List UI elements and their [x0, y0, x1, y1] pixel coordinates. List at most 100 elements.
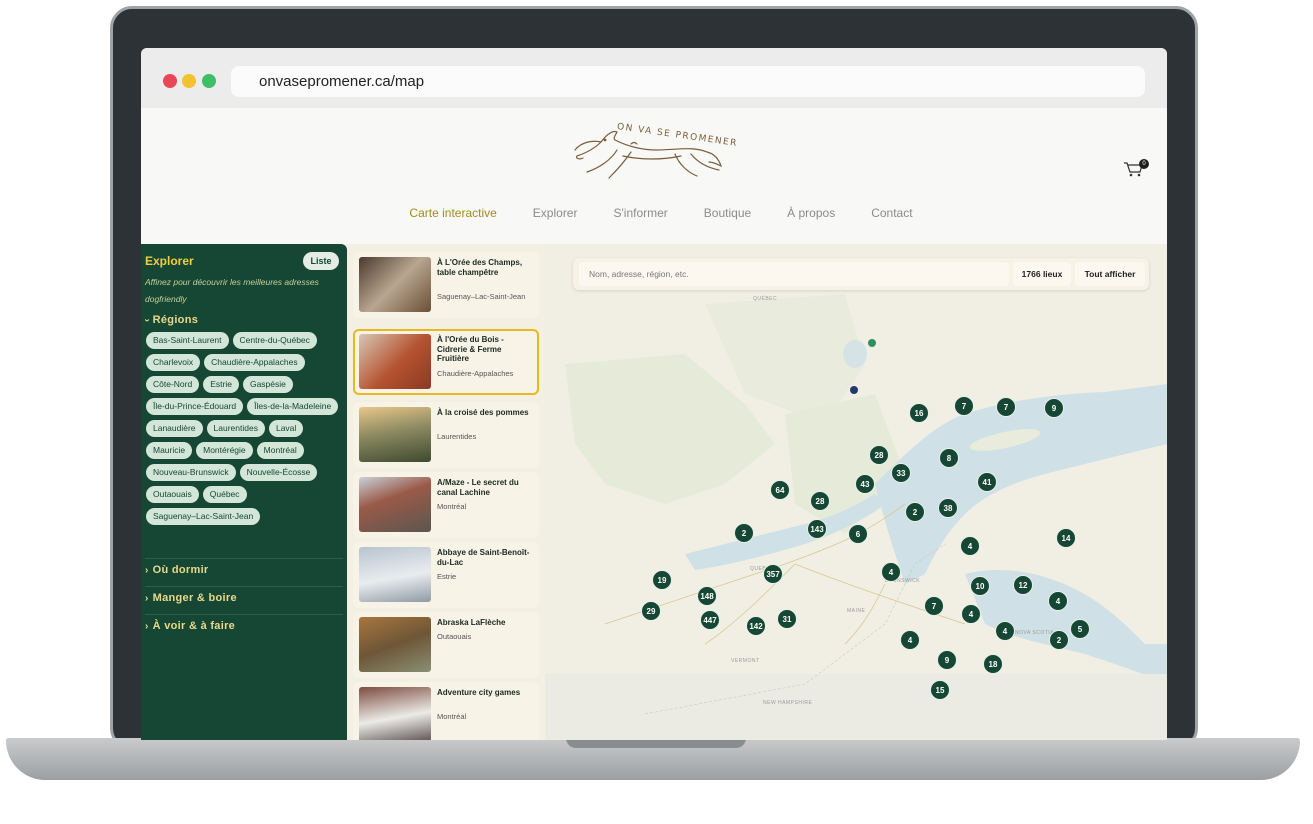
place-card[interactable]: A/Maze - Le secret du canal Lachine Mont… [353, 472, 539, 538]
map-cluster[interactable]: 10 [970, 576, 990, 596]
region-tag[interactable]: Nouvelle-Écosse [239, 464, 318, 481]
map-cluster[interactable]: 19 [652, 570, 672, 590]
region-tag[interactable]: Mauricie [146, 442, 193, 459]
regions-section-header[interactable]: ›Régions [141, 314, 198, 326]
place-card[interactable]: Abbaye de Saint-Benoît-du-Lac Estrie [353, 542, 539, 608]
ou-dormir-section[interactable]: › Où dormir [145, 564, 209, 576]
nav-carte-interactive[interactable]: Carte interactive [409, 206, 496, 220]
region-tag[interactable]: Gaspésie [242, 376, 293, 393]
map-cluster[interactable]: 12 [1013, 575, 1033, 595]
region-tag[interactable]: Chaudière-Appalaches [204, 354, 305, 371]
map-cluster[interactable]: 4 [1048, 591, 1068, 611]
close-window-dot[interactable] [163, 74, 177, 88]
map-cluster[interactable]: 41 [977, 472, 997, 492]
region-tag[interactable]: Lanaudière [146, 420, 203, 437]
region-tag[interactable]: Québec [202, 486, 247, 503]
region-tag[interactable]: Estrie [203, 376, 239, 393]
region-tag[interactable]: Montréal [256, 442, 304, 459]
chevron-right-icon: › [145, 593, 149, 604]
map-cluster[interactable]: 9 [937, 650, 957, 670]
maximize-window-dot[interactable] [202, 74, 216, 88]
map-cluster[interactable]: 28 [869, 445, 889, 465]
map-cluster[interactable]: 143 [807, 519, 827, 539]
place-name: À l'Orée du Bois - Cidrerie & Ferme Frui… [437, 335, 504, 363]
nav-boutique[interactable]: Boutique [704, 206, 751, 220]
map-cluster[interactable]: 64 [770, 480, 790, 500]
map-cluster[interactable]: 357 [763, 564, 783, 584]
place-photo [359, 687, 431, 740]
place-card[interactable]: Abraska LaFlèche Outaouais [353, 612, 539, 678]
map-cluster[interactable]: 447 [700, 610, 720, 630]
region-tag[interactable]: Nouveau-Brunswick [146, 464, 236, 481]
map-cluster[interactable]: 7 [996, 397, 1016, 417]
map-cluster[interactable]: 29 [641, 601, 661, 621]
nav-a-propos[interactable]: À propos [787, 206, 835, 220]
map-pin-icon[interactable] [868, 339, 876, 347]
place-card[interactable]: Adventure city games Montréal [353, 682, 539, 740]
map-cluster[interactable]: 142 [746, 616, 766, 636]
map-cluster[interactable]: 6 [848, 524, 868, 544]
region-tag[interactable]: Laurentides [206, 420, 265, 437]
map-cluster[interactable]: 15 [930, 680, 950, 700]
nav-sinformer[interactable]: S'informer [613, 206, 667, 220]
map-cluster[interactable]: 4 [881, 562, 901, 582]
map-cluster[interactable]: 33 [891, 463, 911, 483]
sidebar-title: Explorer [145, 254, 194, 268]
map-search-input[interactable]: Nom, adresse, région, etc. [579, 262, 1009, 286]
map-cluster[interactable]: 2 [734, 523, 754, 543]
manger-boire-section[interactable]: › Manger & boire [145, 592, 237, 604]
place-photo [359, 547, 431, 602]
map-cluster[interactable]: 148 [697, 586, 717, 606]
map-cluster[interactable]: 7 [954, 396, 974, 416]
region-tag[interactable]: Îles-de-la-Madeleine [247, 398, 339, 415]
place-card[interactable]: À L'Orée des Champs, table champêtre Sag… [353, 252, 539, 318]
map-cluster[interactable]: 8 [939, 448, 959, 468]
list-view-button[interactable]: Liste [303, 252, 339, 270]
a-voir-a-faire-label: À voir & à faire [152, 620, 236, 632]
site-header: ON VA SE PROMENER 0 Carte interactive Ex… [141, 108, 1167, 244]
interactive-map[interactable]: QUÉBEC QUEBEC MAINE NEW BRUNSWICK NOVA S… [545, 244, 1167, 740]
region-tag[interactable]: Outaouais [146, 486, 199, 503]
map-pin-icon[interactable] [850, 386, 858, 394]
nav-contact[interactable]: Contact [871, 206, 912, 220]
map-cluster[interactable]: 4 [995, 621, 1015, 641]
map-cluster[interactable]: 14 [1056, 528, 1076, 548]
map-cluster[interactable]: 31 [777, 609, 797, 629]
map-cluster[interactable]: 5 [1070, 619, 1090, 639]
map-cluster[interactable]: 2 [1049, 630, 1069, 650]
address-bar[interactable]: onvasepromener.ca/map [231, 66, 1145, 97]
sidebar-divider [145, 586, 343, 587]
region-tag[interactable]: Laval [268, 420, 304, 437]
show-all-button[interactable]: Tout afficher [1075, 262, 1145, 286]
region-tag[interactable]: Montérégie [196, 442, 253, 459]
region-tag[interactable]: Côte-Nord [146, 376, 200, 393]
map-cluster[interactable]: 2 [905, 502, 925, 522]
place-region: Chaudière-Appalaches [437, 369, 514, 378]
region-tag[interactable]: Saguenay–Lac-Saint-Jean [146, 508, 261, 525]
region-tag[interactable]: Charlevoix [146, 354, 201, 371]
map-search-bar: Nom, adresse, région, etc. 1766 lieux To… [573, 258, 1149, 290]
map-cluster[interactable]: 7 [924, 596, 944, 616]
nav-explorer[interactable]: Explorer [533, 206, 578, 220]
map-cluster[interactable]: 43 [855, 474, 875, 494]
map-cluster[interactable]: 18 [983, 654, 1003, 674]
a-voir-a-faire-section[interactable]: › À voir & à faire [145, 620, 235, 632]
map-cluster[interactable]: 16 [909, 403, 929, 423]
map-cluster[interactable]: 4 [960, 536, 980, 556]
place-card[interactable]: À la croisé des pommes Laurentides [353, 402, 539, 468]
map-cluster[interactable]: 28 [810, 491, 830, 511]
place-name: Abbaye de Saint-Benoît-du-Lac [437, 548, 530, 567]
place-photo [359, 334, 431, 389]
places-list: À L'Orée des Champs, table champêtre Sag… [347, 244, 545, 740]
region-tag[interactable]: Centre-du-Québec [232, 332, 317, 349]
map-cluster[interactable]: 38 [938, 498, 958, 518]
map-cluster[interactable]: 4 [900, 630, 920, 650]
minimize-window-dot[interactable] [182, 74, 196, 88]
region-tag[interactable]: Bas-Saint-Laurent [146, 332, 229, 349]
map-cluster[interactable]: 4 [961, 604, 981, 624]
map-cluster[interactable]: 9 [1044, 398, 1064, 418]
place-region: Estrie [437, 572, 457, 581]
place-card-selected[interactable]: À l'Orée du Bois - Cidrerie & Ferme Frui… [353, 329, 539, 395]
main-nav: Carte interactive Explorer S'informer Bo… [141, 206, 1167, 220]
region-tag[interactable]: Île-du-Prince-Édouard [146, 398, 244, 415]
